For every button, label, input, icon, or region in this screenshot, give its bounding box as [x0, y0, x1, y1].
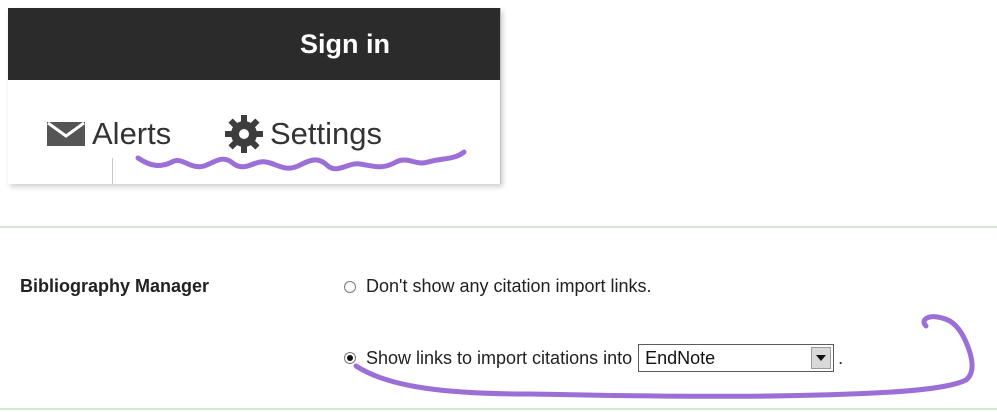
account-menu-items: Alerts Settings: [8, 104, 500, 164]
option-show-import-links-label: Show links to import citations into: [366, 347, 633, 368]
gear-icon: [224, 114, 264, 154]
chevron-down-icon[interactable]: [811, 347, 832, 369]
panel-border: [112, 158, 113, 184]
envelope-icon: [46, 121, 86, 147]
radio-no-import-links[interactable]: [344, 280, 356, 293]
section-divider-bottom: [0, 408, 997, 410]
settings-menu-item[interactable]: Settings: [224, 104, 382, 164]
settings-label: Settings: [270, 116, 383, 151]
section-divider-top: [0, 226, 997, 228]
bibliography-manager-label: Bibliography Manager: [20, 276, 210, 296]
sign-in-link[interactable]: Sign in: [300, 8, 390, 80]
option-no-import-links-label: Don't show any citation import links.: [366, 276, 652, 296]
alerts-menu-item[interactable]: Alerts: [46, 104, 171, 164]
option-no-import-links[interactable]: Don't show any citation import links.: [344, 276, 652, 297]
settings-form: Bibliography Manager Don't show any cita…: [0, 226, 997, 412]
radio-show-import-links[interactable]: [344, 352, 356, 364]
header-bar: Sign in: [8, 8, 500, 80]
trailing-period: .: [838, 347, 844, 368]
citation-manager-select[interactable]: EndNote: [638, 344, 835, 372]
account-menu-panel: Sign in Alerts Settings: [8, 8, 501, 184]
citation-manager-select-value: EndNote: [645, 347, 716, 368]
option-show-import-links[interactable]: Show links to import citations into EndN…: [344, 344, 843, 372]
alerts-label: Alerts: [92, 116, 172, 151]
